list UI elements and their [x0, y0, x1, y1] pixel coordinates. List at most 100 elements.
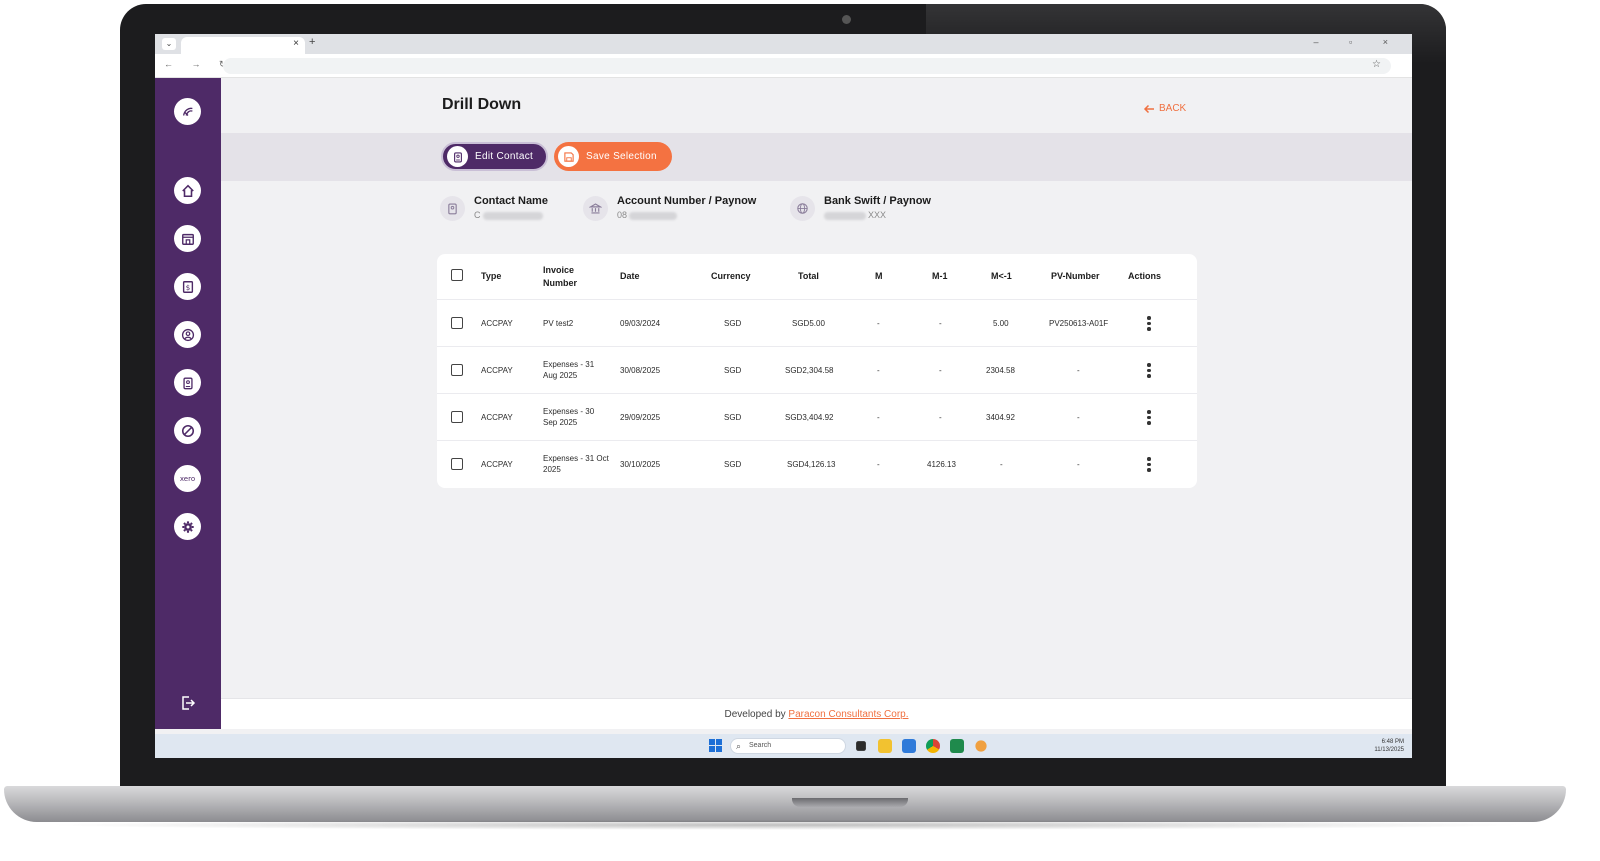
- cell-currency: SGD: [724, 319, 742, 328]
- cell-total: SGD5.00: [792, 319, 825, 328]
- account-number-block: Account Number / Paynow 08: [583, 195, 756, 221]
- bookmark-star-icon[interactable]: ☆: [1372, 59, 1381, 70]
- brand-logo-icon[interactable]: [174, 98, 201, 125]
- cell-m-lt-1: 2304.58: [986, 366, 1015, 375]
- cell-type: ACCPAY: [481, 460, 513, 469]
- app-icon[interactable]: [902, 739, 916, 753]
- row-checkbox[interactable]: [451, 411, 463, 423]
- save-selection-label: Save Selection: [586, 151, 657, 162]
- cell-currency: SGD: [724, 366, 742, 375]
- invoice-table: Type Invoice Number Date Currency Total …: [437, 254, 1197, 488]
- select-all-checkbox[interactable]: [451, 269, 463, 281]
- contact-name-value: C: [474, 210, 548, 220]
- floppy-disk-icon: [558, 146, 579, 167]
- cell-m-1: 4126.13: [927, 460, 956, 469]
- chrome-icon[interactable]: [926, 739, 940, 753]
- bank-swift-block: Bank Swift / Paynow XXX: [790, 195, 931, 221]
- cell-m: -: [877, 319, 880, 328]
- id-badge-icon[interactable]: [174, 369, 201, 396]
- bank-swift-value: XXX: [824, 210, 931, 220]
- laptop-shadow: [40, 820, 1530, 830]
- globe-icon: [790, 196, 815, 221]
- bank-swift-label: Bank Swift / Paynow: [824, 195, 931, 207]
- save-selection-button[interactable]: Save Selection: [554, 142, 672, 171]
- header-pv-number: PV-Number: [1051, 271, 1100, 281]
- footer-company-link[interactable]: Paracon Consultants Corp.: [788, 709, 908, 720]
- row-checkbox[interactable]: [451, 317, 463, 329]
- svg-text:$: $: [185, 284, 189, 292]
- laptop-base: [4, 786, 1566, 822]
- os-taskbar: ⌕ Search 6:48 PM 11/13/2025: [155, 734, 1412, 758]
- cell-date: 29/09/2025: [620, 413, 661, 422]
- back-link[interactable]: BACK: [1143, 103, 1186, 114]
- laptop-notch: [792, 798, 908, 807]
- row-actions-menu-icon[interactable]: [1147, 316, 1151, 331]
- cell-pv-number: -: [1077, 460, 1080, 469]
- header-total: Total: [798, 271, 819, 281]
- bank-icon: [583, 196, 608, 221]
- account-number-label: Account Number / Paynow: [617, 195, 757, 207]
- clock-date: 11/13/2025: [1374, 747, 1404, 753]
- tab-close-icon[interactable]: ×: [293, 38, 299, 49]
- footer: Developed by Paracon Consultants Corp.: [221, 698, 1412, 729]
- footer-prefix: Developed by: [724, 709, 789, 720]
- cell-invoice-number: Expenses - 31 Oct 2025: [543, 454, 609, 474]
- row-actions-menu-icon[interactable]: [1147, 457, 1151, 472]
- taskbar-search[interactable]: ⌕ Search: [730, 738, 846, 754]
- arrow-left-icon: [1143, 104, 1154, 113]
- app-icon[interactable]: [975, 740, 987, 752]
- cell-type: ACCPAY: [481, 366, 513, 375]
- windows-start-icon[interactable]: [709, 739, 722, 752]
- logout-icon[interactable]: [180, 695, 196, 711]
- home-icon[interactable]: [174, 177, 201, 204]
- table-header-row: Type Invoice Number Date Currency Total …: [437, 254, 1197, 300]
- account-number-value: 08: [617, 210, 756, 220]
- back-label: BACK: [1159, 103, 1187, 114]
- excel-icon[interactable]: [950, 739, 964, 753]
- header-m-1: M-1: [932, 271, 948, 281]
- row-checkbox[interactable]: [451, 364, 463, 376]
- xero-label: xero: [179, 474, 196, 483]
- table-row: ACCPAY Expenses - 30 Sep 2025 29/09/2025…: [437, 394, 1197, 441]
- row-checkbox[interactable]: [451, 458, 463, 470]
- user-circle-icon[interactable]: [174, 321, 201, 348]
- page-title: Drill Down: [442, 96, 522, 113]
- cell-type: ACCPAY: [481, 413, 513, 422]
- screen: ⌄ × + – ▫ × ← → ↻ ☆ $ xero Drill Down BA…: [155, 34, 1412, 758]
- cell-total: SGD4,126.13: [787, 460, 836, 469]
- row-actions-menu-icon[interactable]: [1147, 363, 1151, 378]
- cell-total: SGD3,404.92: [785, 413, 834, 422]
- table-row: ACCPAY Expenses - 31 Oct 2025 30/10/2025…: [437, 441, 1197, 488]
- url-field[interactable]: ☆: [223, 58, 1391, 74]
- window-controls[interactable]: – ▫ ×: [1314, 37, 1402, 47]
- cell-total: SGD2,304.58: [785, 366, 834, 375]
- cell-pv-number: -: [1077, 366, 1080, 375]
- cell-m-1: -: [939, 366, 942, 375]
- new-tab-icon[interactable]: +: [309, 36, 315, 48]
- redacted-text: [629, 211, 678, 220]
- block-icon[interactable]: [174, 417, 201, 444]
- xero-icon[interactable]: xero: [174, 465, 201, 492]
- dollar-document-icon[interactable]: $: [174, 273, 201, 300]
- task-view-icon[interactable]: [856, 741, 866, 751]
- tab-dropdown-icon[interactable]: ⌄: [162, 38, 176, 50]
- file-explorer-icon[interactable]: [878, 739, 892, 753]
- gear-icon[interactable]: [174, 513, 201, 540]
- bank-building-icon[interactable]: [174, 225, 201, 252]
- row-actions-menu-icon[interactable]: [1147, 410, 1151, 425]
- contact-name-label: Contact Name: [474, 195, 548, 207]
- sidebar: $ xero: [155, 78, 221, 729]
- taskbar-clock[interactable]: 6:48 PM 11/13/2025: [1374, 738, 1404, 754]
- cell-pv-number: -: [1077, 413, 1080, 422]
- cell-date: 30/10/2025: [620, 460, 661, 469]
- table-row: ACCPAY PV test2 09/03/2024 SGD SGD5.00 -…: [437, 300, 1197, 347]
- browser-address-bar: ← → ↻ ☆: [155, 54, 1412, 78]
- cell-invoice-number: Expenses - 30 Sep 2025: [543, 407, 595, 427]
- edit-contact-button[interactable]: Edit Contact: [441, 142, 548, 171]
- table-row: ACCPAY Expenses - 31 Aug 2025 30/08/2025…: [437, 347, 1197, 394]
- cell-m: -: [877, 413, 880, 422]
- search-icon: ⌕: [736, 741, 742, 751]
- browser-tab[interactable]: ×: [181, 37, 305, 54]
- cell-m-1: -: [939, 413, 942, 422]
- cell-date: 30/08/2025: [620, 366, 661, 375]
